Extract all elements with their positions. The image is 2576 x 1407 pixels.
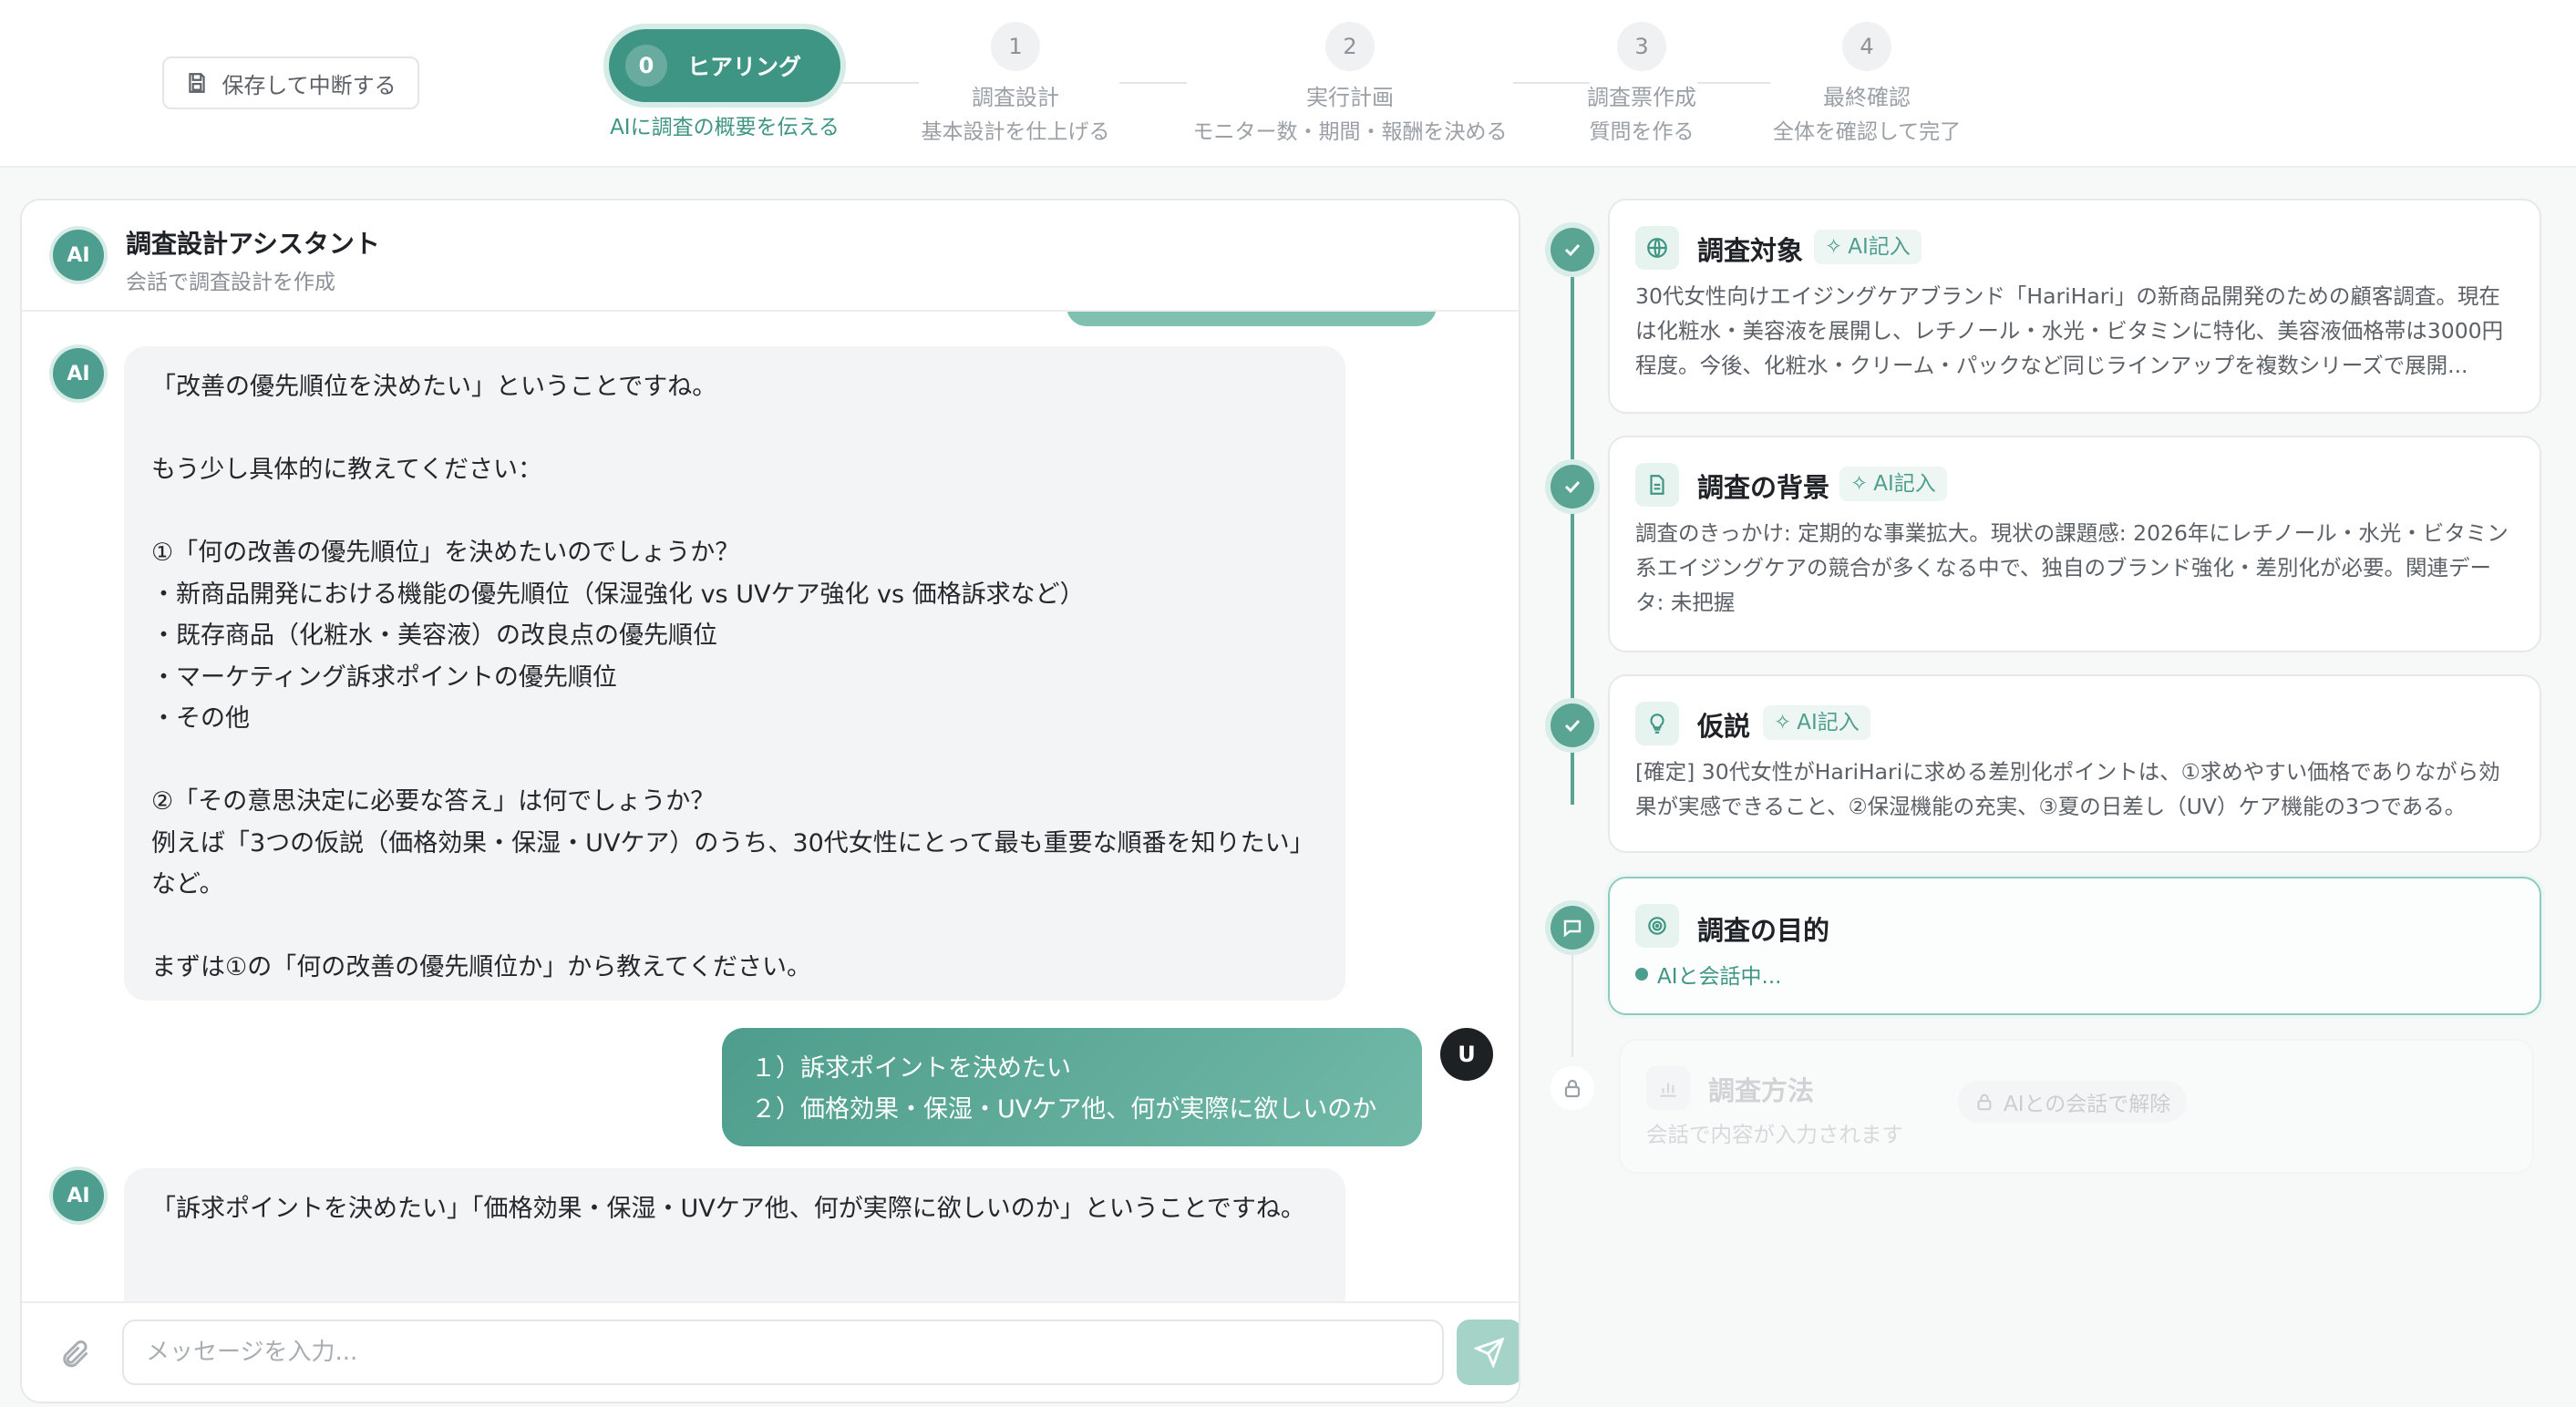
sparkle-icon: ✧: [1774, 711, 1792, 734]
section-title: 調査方法: [1708, 1075, 1815, 1106]
lightbulb-icon: [1635, 702, 1679, 745]
status-dot: [1635, 968, 1648, 981]
step-sub: 質問を作る: [1589, 120, 1695, 144]
section-card-purpose[interactable]: 調査の目的 AIと会話中...: [1608, 877, 2541, 1015]
step-label: 実行計画: [1306, 85, 1394, 110]
assistant-avatar: AI: [53, 230, 104, 281]
globe-icon: [1635, 226, 1679, 270]
document-icon: [1635, 463, 1679, 507]
chat-header: AI 調査設計アシスタント 会話で調査設計を作成: [22, 200, 1519, 312]
message-composer: [22, 1301, 1519, 1402]
send-icon: [1474, 1337, 1505, 1368]
step-sub: モニター数・期間・報酬を決める: [1192, 120, 1508, 144]
section-card-hypothesis[interactable]: 仮説 ✧ AI記入 [確定] 30代女性がHariHariに求める差別化ポイントは…: [1608, 674, 2541, 853]
status-label: AIと会話中...: [1657, 965, 1782, 989]
save-and-pause-button[interactable]: 保存して中断する: [162, 56, 419, 109]
message-text: 「訴求ポイントを決めたい」「価格効果・保湿・UVケア他、何が実際に欲しいのか」と…: [151, 1195, 1305, 1223]
ai-bubble: 「改善の優先順位を決めたい」ということですね。 もう少し具体的に教えてください：…: [124, 346, 1345, 1001]
timeline-lock-icon: [1551, 1066, 1594, 1110]
step-label: 最終確認: [1823, 85, 1911, 110]
sparkle-icon: ✧: [1825, 235, 1843, 259]
message-text: １）訴求ポイントを決めたい ２）価格効果・保湿・UVケア他、何が実際に欲しいのか: [751, 1054, 1377, 1124]
section-card-background[interactable]: 調査の背景 ✧ AI記入 調査のきっかけ: 定期的な事業拡大。現状の課題感: 20…: [1608, 436, 2541, 652]
step-0-hearing[interactable]: 0 ヒアリング: [609, 29, 840, 102]
step-number: 1: [991, 22, 1040, 71]
user-bubble: １）訴求ポイントを決めたい ２）価格効果・保湿・UVケア他、何が実際に欲しいのか: [722, 1028, 1422, 1146]
chat-title: 調査設計アシスタント: [126, 229, 380, 259]
section-text: 調査のきっかけ: 定期的な事業拡大。現状の課題感: 2026年にレチノール・水光…: [1635, 520, 2509, 615]
bar-chart-icon: [1646, 1066, 1690, 1110]
step-3-questionnaire[interactable]: 3 調査票作成 質問を作る: [1586, 22, 1697, 149]
step-number: 4: [1842, 22, 1891, 71]
section-status: AIと会話中...: [1635, 959, 1781, 990]
user-avatar: U: [1440, 1028, 1493, 1081]
ai-avatar: AI: [53, 348, 104, 399]
sparkle-icon: ✧: [1850, 472, 1869, 496]
message-input[interactable]: [122, 1320, 1444, 1385]
step-label: ヒアリング: [687, 54, 802, 80]
send-button[interactable]: [1457, 1320, 1519, 1385]
step-connector: [1119, 82, 1187, 84]
section-text: 30代女性向けエイジングケアブランド「HariHari」の新商品開発のための顧客…: [1635, 283, 2504, 378]
ai-filled-badge: ✧ AI記入: [1763, 705, 1870, 740]
step-connector: [1697, 82, 1770, 84]
unlock-hint-label: AIとの会話で解除: [2004, 1093, 2171, 1116]
step-sub: 全体を確認して完了: [1772, 120, 1962, 144]
step-2-plan[interactable]: 2 実行計画 モニター数・期間・報酬を決める: [1185, 22, 1515, 149]
paperclip-icon[interactable]: [58, 1338, 91, 1371]
timeline-chat-icon: [1551, 906, 1594, 950]
unlock-hint: AIとの会話で解除: [1958, 1081, 2188, 1123]
step-label: 調査票作成: [1587, 85, 1696, 110]
step-connector: [840, 82, 919, 84]
chat-subtitle: 会話で調査設計を作成: [126, 271, 335, 294]
ai-filled-badge: ✧ AI記入: [1814, 230, 1922, 264]
step-sub: 基本設計を仕上げる: [921, 120, 1110, 144]
timeline-check-icon: [1551, 465, 1594, 508]
timeline-check-icon: [1551, 704, 1594, 747]
section-card-method: 調査方法 会話で内容が入力されます AIとの会話で解除: [1619, 1039, 2534, 1174]
ai-badge-label: AI記入: [1873, 472, 1936, 496]
step-1-design[interactable]: 1 調査設計 基本設計を仕上げる: [912, 22, 1119, 149]
step-connector: [1513, 82, 1590, 84]
section-text: [確定] 30代女性がHariHariに求める差別化ポイントは、①求めやすい価格…: [1635, 759, 2500, 819]
ai-badge-label: AI記入: [1848, 235, 1911, 259]
section-title: 調査対象: [1697, 235, 1804, 266]
step-sub: AIに調査の概要を伝える: [610, 116, 840, 139]
section-title: 仮説: [1697, 711, 1751, 742]
step-4-final[interactable]: 4 最終確認 全体を確認して完了: [1768, 22, 1965, 149]
step-number: 2: [1325, 22, 1375, 71]
wizard-header: 保存して中断する 0 ヒアリング AIに調査の概要を伝える 1 調査設計 基本設…: [0, 0, 2576, 168]
section-card-target[interactable]: 調査対象 ✧ AI記入 30代女性向けエイジングケアブランド「HariHari」の…: [1608, 199, 2541, 414]
timeline-check-icon: [1551, 228, 1594, 272]
save-and-pause-label: 保存して中断する: [222, 73, 397, 98]
ai-badge-label: AI記入: [1797, 711, 1860, 734]
section-title: 調査の背景: [1697, 472, 1830, 503]
chat-panel: AI 調査設計アシスタント 会話で調査設計を作成 AI 「改善の優先順位を決めた…: [20, 199, 1520, 1403]
step-number: 3: [1617, 22, 1666, 71]
timeline-line-pending: [1571, 948, 1573, 1057]
lock-icon: [1977, 1094, 1992, 1111]
save-icon: [189, 73, 206, 93]
ai-filled-badge: ✧ AI記入: [1839, 467, 1947, 501]
step-label: 調査設計: [972, 85, 1059, 110]
target-icon: [1635, 904, 1679, 948]
ai-avatar: AI: [53, 1170, 104, 1221]
step-number: 0: [625, 45, 667, 87]
section-title: 調査の目的: [1697, 915, 1830, 946]
message-text: 「改善の優先順位を決めたい」ということですね。 もう少し具体的に教えてください：…: [151, 373, 1314, 981]
